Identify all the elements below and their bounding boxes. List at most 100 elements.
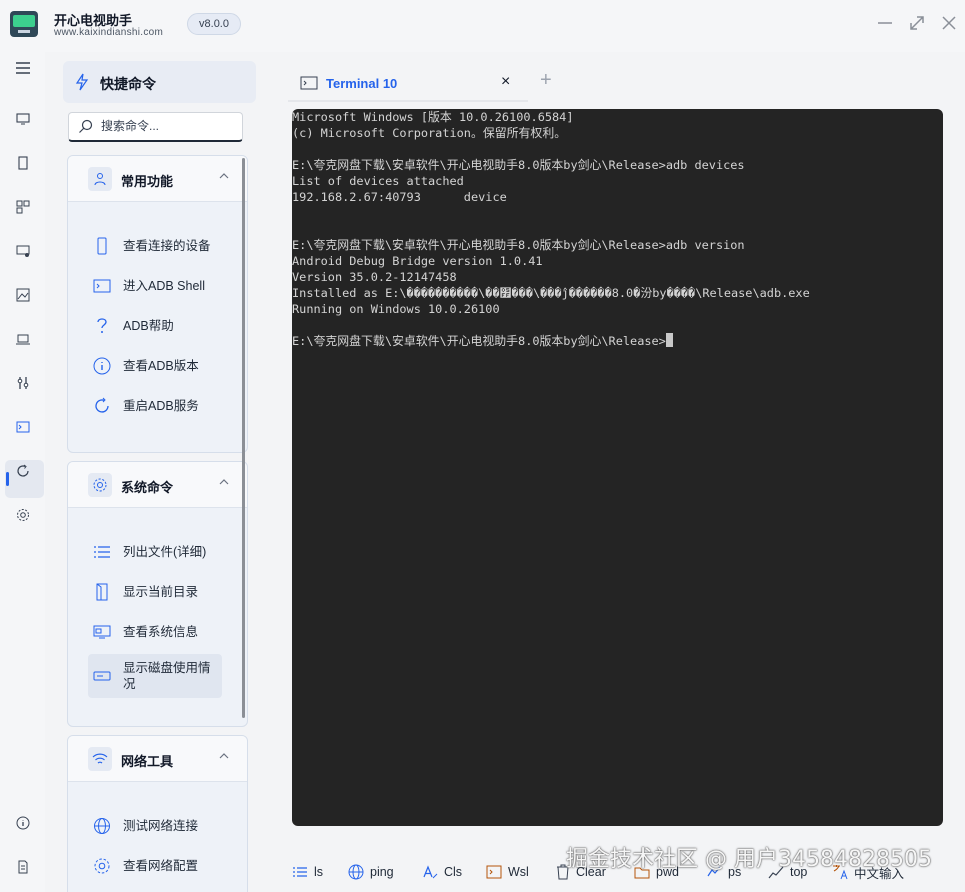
title-bar: 开心电视助手 www.kaixindianshi.com v8.0.0 — [0, 0, 965, 52]
cmd-label: 显示磁盘使用情况 — [123, 661, 211, 691]
watermark-text: 掘金技术社区 @ 用户34584828505 — [566, 847, 932, 872]
maximize-icon[interactable] — [906, 14, 928, 36]
panel-scrollbar[interactable] — [242, 158, 245, 718]
refresh-icon[interactable] — [10, 458, 36, 484]
app-url: www.kaixindianshi.com — [54, 27, 164, 38]
cmd-label: 列出文件(详细) — [123, 545, 207, 559]
settings-icon[interactable] — [10, 502, 36, 528]
tools-icon[interactable] — [10, 370, 36, 396]
quick-commands-panel: 快捷命令 常用功能 查看连接的设备 进入ADB Shell ADB帮助 — [60, 52, 260, 892]
refresh-icon — [92, 396, 112, 416]
document-icon[interactable] — [10, 854, 36, 880]
bb-wsl-button[interactable]: Wsl — [486, 863, 529, 881]
clear-screen-icon — [423, 865, 438, 879]
globe-icon — [348, 864, 364, 880]
cmd-list-devices[interactable]: 查看连接的设备 — [88, 230, 222, 262]
cmd-label: 查看ADB版本 — [123, 359, 199, 373]
minimize-icon[interactable] — [874, 14, 896, 36]
cmd-label: 查看连接的设备 — [123, 239, 211, 253]
terminal-icon[interactable] — [10, 414, 36, 440]
group-title: 网络工具 — [121, 754, 174, 769]
group-title: 系统命令 — [121, 480, 174, 495]
cmd-list-files[interactable]: 列出文件(详细) — [88, 536, 222, 568]
group-header-network[interactable]: 网络工具 — [68, 736, 247, 782]
search-box[interactable] — [68, 112, 243, 142]
cmd-pwd[interactable]: 显示当前目录 — [88, 576, 222, 608]
cmd-adb-version[interactable]: 查看ADB版本 — [88, 350, 222, 382]
terminal-output[interactable]: Microsoft Windows [版本 10.0.26100.6584] (c… — [292, 109, 943, 826]
terminal-line: (c) Microsoft Corporation。保留所有权利。 — [292, 126, 567, 140]
info-icon — [92, 356, 112, 376]
cmd-system-info[interactable]: 查看系统信息 — [88, 616, 222, 648]
terminal-line: Microsoft Windows [版本 10.0.26100.6584] — [292, 110, 574, 124]
menu-icon[interactable] — [10, 55, 36, 81]
search-icon — [78, 119, 93, 139]
group-network: 网络工具 测试网络连接 查看网络配置 — [67, 735, 248, 892]
chevron-up-icon[interactable] — [218, 170, 230, 185]
list-icon — [92, 542, 112, 562]
group-header-system[interactable]: 系统命令 — [68, 462, 247, 508]
terminal-line: Android Debug Bridge version 1.0.41 — [292, 254, 543, 268]
cmd-adb-shell[interactable]: 进入ADB Shell — [88, 270, 222, 302]
add-tab-icon[interactable]: + — [540, 69, 552, 92]
terminal-icon — [486, 865, 502, 879]
monitor-icon — [92, 622, 112, 642]
tab-close-icon[interactable]: × — [501, 73, 510, 91]
bb-cls-button[interactable]: Cls — [422, 863, 462, 881]
bb-ping-button[interactable]: ping — [348, 863, 394, 881]
terminal-line: Version 35.0.2-12147458 — [292, 270, 457, 284]
info-icon[interactable] — [10, 810, 36, 836]
cmd-restart-adb[interactable]: 重启ADB服务 — [88, 390, 222, 422]
chevron-up-icon[interactable] — [218, 750, 230, 765]
search-input[interactable] — [101, 119, 231, 133]
bb-label: ls — [314, 865, 324, 879]
phone-icon — [92, 236, 112, 256]
tab-label: Terminal 10 — [326, 76, 398, 91]
image-icon[interactable] — [10, 282, 36, 308]
question-icon — [92, 316, 112, 336]
group-common: 常用功能 查看连接的设备 进入ADB Shell ADB帮助 查看ADB版本 重… — [67, 155, 248, 453]
phone-icon[interactable] — [10, 150, 36, 176]
cmd-adb-help[interactable]: ADB帮助 — [88, 310, 222, 342]
version-badge: v8.0.0 — [187, 13, 241, 35]
group-header-common[interactable]: 常用功能 — [68, 156, 247, 202]
screen-cast-icon[interactable] — [10, 238, 36, 264]
terminal-cursor — [665, 333, 673, 347]
rail-active-indicator — [6, 472, 9, 486]
cmd-disk-usage[interactable]: 显示磁盘使用情况 — [88, 654, 222, 698]
gear-icon — [92, 856, 112, 876]
bb-label: Wsl — [508, 865, 529, 879]
panel-header: 快捷命令 — [63, 61, 256, 103]
terminal-icon — [92, 276, 112, 296]
list-icon — [293, 867, 307, 877]
chevron-up-icon[interactable] — [218, 476, 230, 491]
apps-icon[interactable] — [10, 194, 36, 220]
cmd-label: 进入ADB Shell — [123, 279, 205, 293]
globe-icon — [92, 816, 112, 836]
terminal-line: E:\夸克网盘下载\安卓软件\开心电视助手8.0版本by剑心\Release> — [292, 333, 810, 349]
terminal-text: Microsoft Windows [版本 10.0.26100.6584] (c… — [292, 109, 810, 349]
bb-label: Cls — [444, 865, 463, 879]
folder-icon — [92, 582, 112, 602]
user-icon — [88, 167, 112, 191]
cmd-label: 测试网络连接 — [123, 819, 199, 833]
close-icon[interactable] — [938, 14, 960, 36]
terminal-line: Installed as E:\����������\��׿���\���ĵ��… — [292, 286, 810, 300]
cmd-ping-test[interactable]: 测试网络连接 — [88, 810, 222, 842]
wifi-icon — [88, 747, 112, 771]
terminal-line: List of devices attached — [292, 174, 464, 188]
monitor-icon[interactable] — [10, 106, 36, 132]
cmd-label: 查看网络配置 — [123, 859, 199, 873]
bb-ls-button[interactable]: ls — [292, 863, 323, 881]
terminal-line: 192.168.2.67:40793 device — [292, 190, 507, 204]
tab-terminal-10[interactable]: Terminal 10 × — [288, 64, 528, 102]
cmd-label: ADB帮助 — [123, 319, 174, 333]
group-system: 系统命令 列出文件(详细) 显示当前目录 查看系统信息 显示磁盘使用情况 — [67, 461, 248, 727]
lightning-icon — [75, 73, 89, 96]
laptop-icon[interactable] — [10, 326, 36, 352]
cmd-network-config[interactable]: 查看网络配置 — [88, 850, 222, 882]
